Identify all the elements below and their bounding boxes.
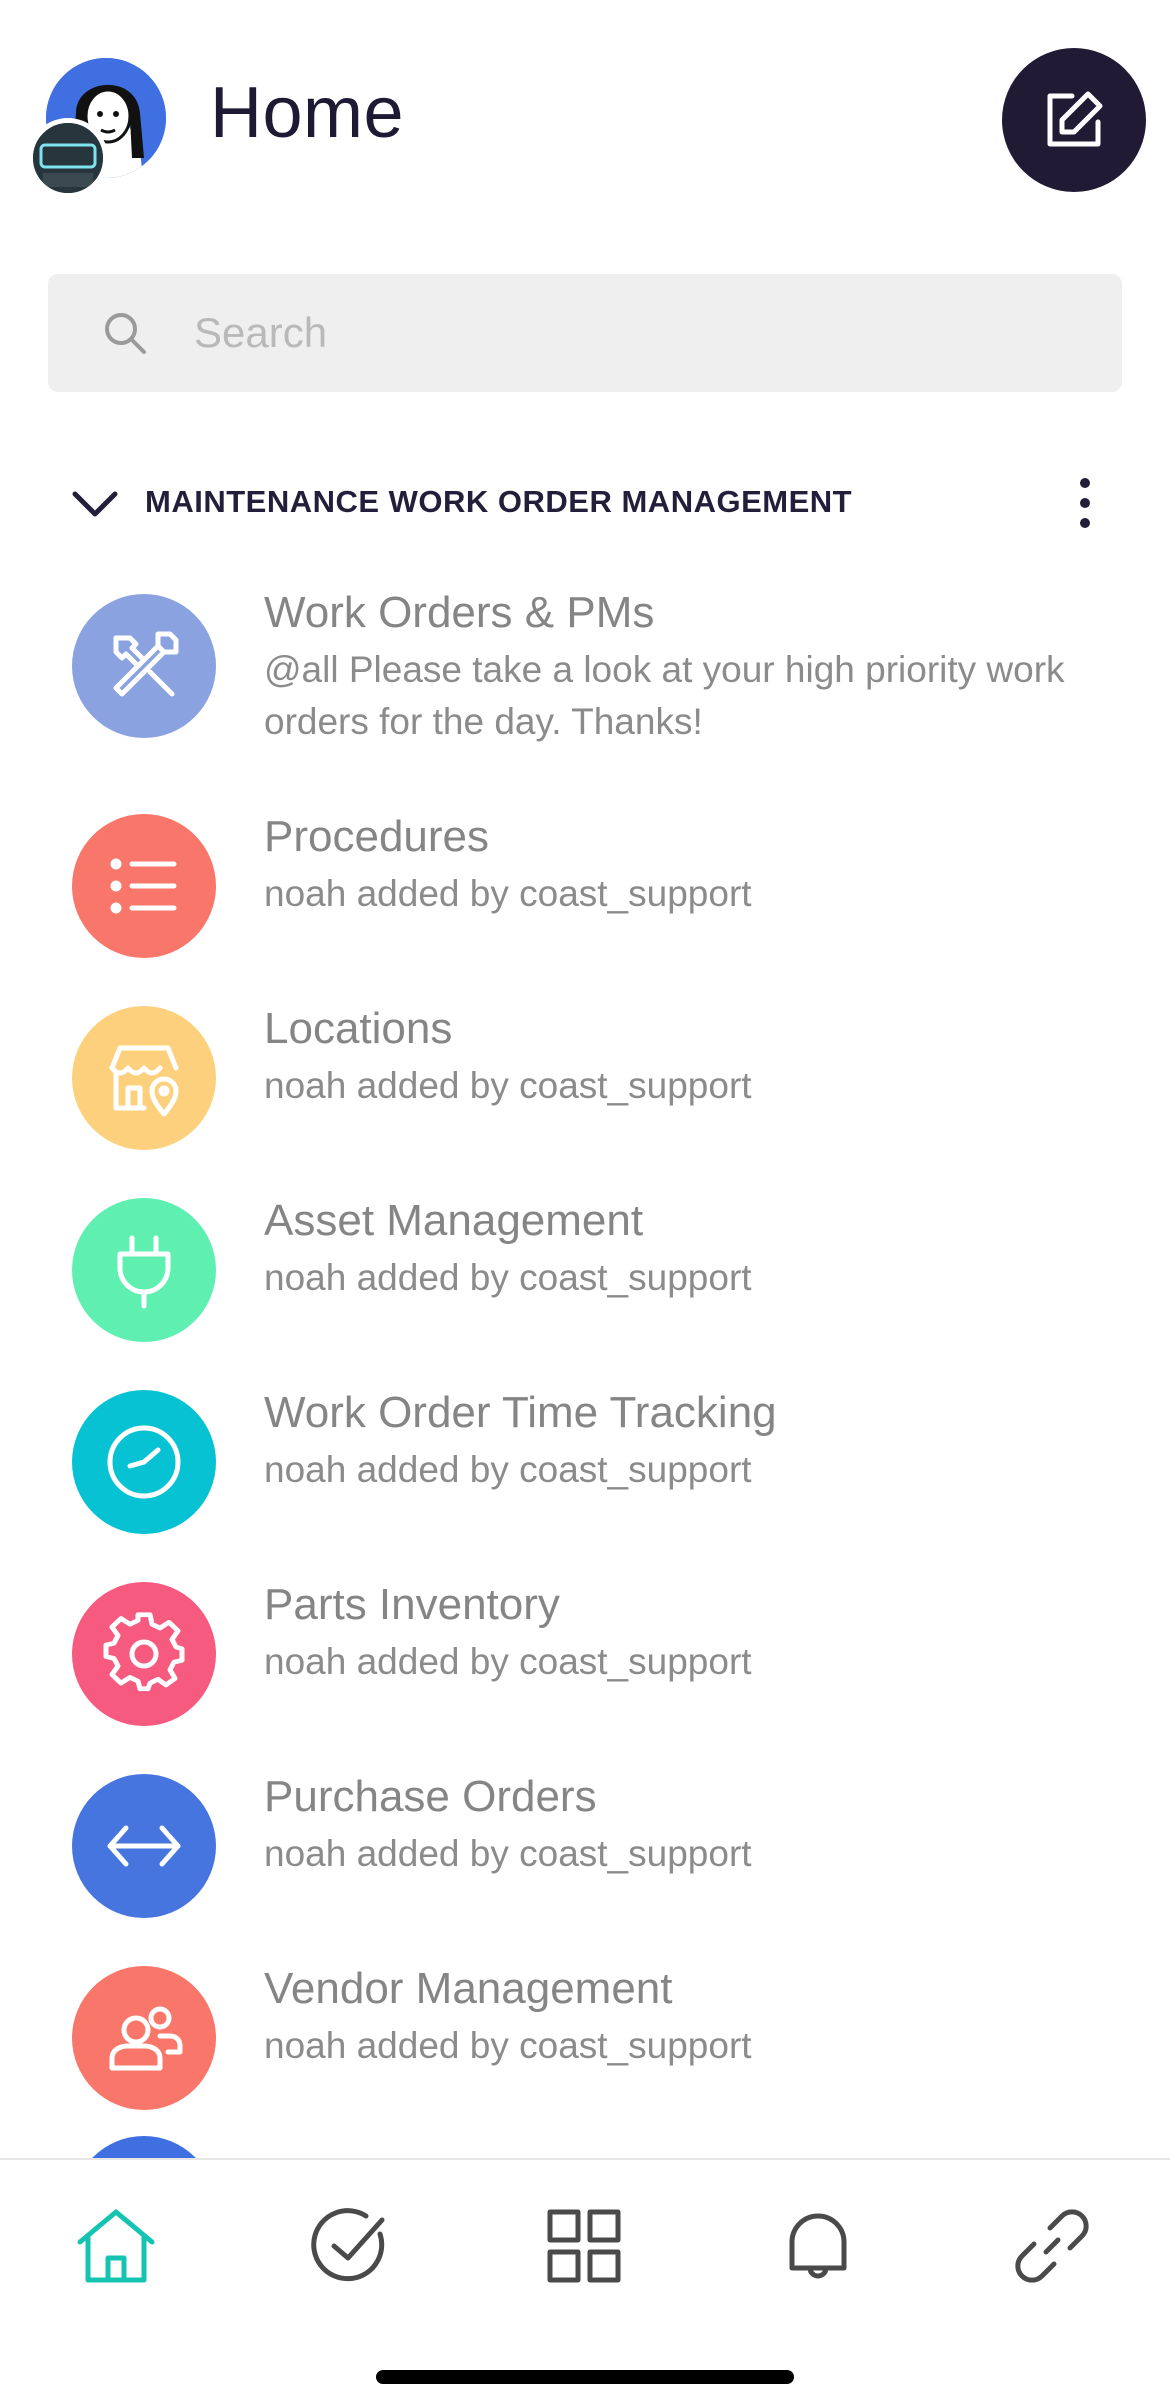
clock-icon (107, 1425, 181, 1499)
workspace-badge (28, 118, 108, 198)
channel-avatar (72, 1198, 216, 1342)
channel-preview: noah added by coast_support (264, 1257, 752, 1298)
nav-tasks[interactable] (300, 2196, 400, 2296)
nav-apps[interactable] (534, 2196, 634, 2296)
channel-name: Procedures (264, 812, 490, 861)
channel-name: Locations (264, 1004, 453, 1053)
check-circle-icon (311, 2208, 385, 2282)
bottom-nav (0, 2158, 1170, 2406)
channel-name: Work Orders & PMs (264, 588, 655, 637)
search-icon (105, 313, 146, 354)
channel-preview: noah added by coast_support (264, 1833, 752, 1874)
channel-name: Parts Inventory (264, 1580, 560, 1629)
channel-avatar (72, 1966, 216, 2110)
chevron-down-icon[interactable] (70, 484, 120, 524)
channel-row-locations[interactable]: Locations noah added by coast_support (0, 1004, 1170, 1184)
more-vertical-icon[interactable] (1070, 470, 1100, 536)
tools-icon (113, 631, 179, 697)
channel-name: Work Order Time Tracking (264, 1388, 777, 1437)
plug-icon (117, 1235, 171, 1309)
home-screen: Home MAINTENANCE WORK ORDER MANAGEMENT (0, 0, 1170, 2406)
channel-avatar (72, 1582, 216, 1726)
channel-avatar (72, 594, 216, 738)
link-icon (1015, 2209, 1089, 2283)
channel-row-time-tracking[interactable]: Work Order Time Tracking noah added by c… (0, 1388, 1170, 1568)
list-icon (110, 858, 177, 914)
header: Home (0, 0, 1170, 240)
home-icon (77, 2209, 155, 2283)
channel-row-work-orders[interactable]: Work Orders & PMs @all Please take a loo… (0, 588, 1170, 788)
page-title: Home (210, 73, 405, 153)
channel-name: Vendor Management (264, 1964, 673, 2013)
grid-icon (547, 2209, 621, 2283)
channel-preview: noah added by coast_support (264, 1065, 752, 1106)
workspace-avatar[interactable] (28, 58, 178, 198)
channel-preview: noah added by coast_support (264, 2025, 752, 2066)
channel-avatar (72, 1390, 216, 1534)
channel-row-parts-inventory[interactable]: Parts Inventory noah added by coast_supp… (0, 1580, 1170, 1760)
section-header: MAINTENANCE WORK ORDER MANAGEMENT (0, 470, 1170, 536)
nav-notifications[interactable] (768, 2196, 868, 2296)
channel-name: Asset Management (264, 1196, 644, 1245)
section-title[interactable]: MAINTENANCE WORK ORDER MANAGEMENT (145, 484, 852, 520)
channel-name: Purchase Orders (264, 1772, 597, 1821)
channel-row-asset-management[interactable]: Asset Management noah added by coast_sup… (0, 1196, 1170, 1376)
channel-preview: noah added by coast_support (264, 873, 752, 914)
nav-home[interactable] (66, 2196, 166, 2296)
channel-row-procedures[interactable]: Procedures noah added by coast_support (0, 812, 1170, 992)
channel-row-vendor-management[interactable]: Vendor Management noah added by coast_su… (0, 1964, 1170, 2144)
search-bar[interactable] (48, 274, 1122, 392)
users-icon (109, 2006, 183, 2071)
channel-avatar (72, 814, 216, 958)
store-location-icon (109, 1045, 179, 1117)
bell-icon (789, 2213, 847, 2279)
gear-icon (103, 1612, 185, 1692)
exchange-arrows-icon (107, 1825, 181, 1867)
compose-button[interactable] (1002, 48, 1146, 192)
channel-row-purchase-orders[interactable]: Purchase Orders noah added by coast_supp… (0, 1772, 1170, 1952)
channel-preview: noah added by coast_support (264, 1641, 752, 1682)
compose-icon (1047, 91, 1103, 147)
channel-avatar (72, 1006, 216, 1150)
search-input[interactable] (194, 274, 1094, 392)
home-indicator (376, 2370, 794, 2384)
channel-preview: noah added by coast_support (264, 1449, 752, 1490)
channel-preview: @all Please take a look at your high pri… (264, 649, 1065, 742)
nav-integrations[interactable] (1002, 2196, 1102, 2296)
channel-avatar (72, 1774, 216, 1918)
